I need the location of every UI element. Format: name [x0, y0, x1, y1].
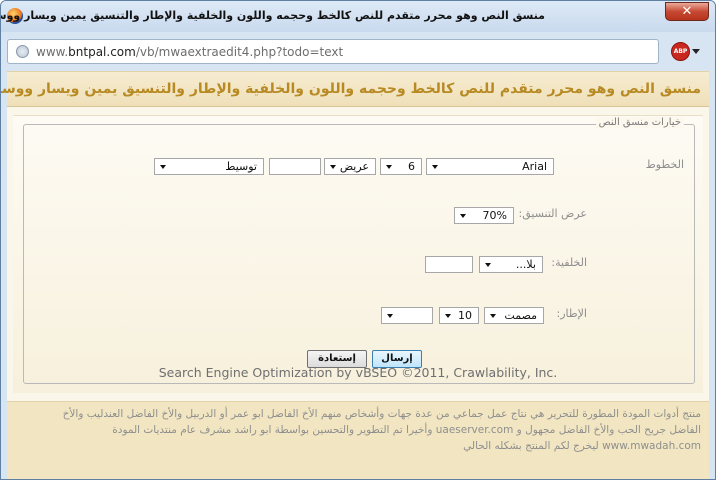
- background-select[interactable]: بلا...: [479, 256, 543, 273]
- fieldset-legend: خيارات منسق النص: [595, 117, 684, 128]
- footer-line-1: منتج أدوات المودة المطورة للتحرير هي نتا…: [62, 408, 701, 420]
- close-button[interactable]: ✕: [665, 2, 709, 21]
- font-weight-select[interactable]: عريض: [324, 158, 376, 175]
- chevron-down-icon: [485, 263, 491, 267]
- footer-line-2: الفاضل جريح الحب والأخ الفاضل مجهول و ua…: [112, 424, 701, 436]
- browser-window: Mozilla Firefox - !! منسق النص وهو محرر …: [0, 0, 716, 480]
- options-fieldset: خيارات منسق النص الخطوط Arial 6 عريض توس…: [23, 117, 695, 384]
- footer: منتج أدوات المودة المطورة للتحرير هي نتا…: [7, 401, 709, 479]
- globe-icon: [16, 45, 29, 58]
- alignment-select[interactable]: توسيط: [154, 158, 264, 175]
- adblock-plus-icon[interactable]: ABP: [671, 42, 690, 61]
- border-style-select[interactable]: مصمت: [484, 307, 544, 324]
- font-size-select[interactable]: 6: [380, 158, 422, 175]
- seo-credit: Search Engine Optimization by vBSEO ©201…: [158, 365, 558, 380]
- banner-title: منسق النص وهو محرر متقدم للنص كالخط وحجم…: [0, 81, 701, 97]
- chevron-down-icon: [387, 314, 393, 318]
- chevron-down-icon[interactable]: [692, 49, 700, 54]
- chevron-down-icon: [490, 314, 496, 318]
- window-title: Mozilla Firefox - !! منسق النص وهو محرر …: [1, 9, 545, 22]
- font-style-input[interactable]: [269, 158, 321, 175]
- border-label: الإطار:: [556, 307, 587, 320]
- font-family-select[interactable]: Arial: [426, 158, 554, 175]
- chevron-down-icon: [160, 165, 166, 169]
- chevron-down-icon: [460, 214, 466, 218]
- page-content: منسق النص وهو محرر متقدم للنص كالخط وحجم…: [1, 71, 709, 479]
- width-label: عرض التنسيق:: [518, 207, 588, 220]
- border-size-select[interactable]: 10: [439, 307, 479, 324]
- background-color-input[interactable]: [425, 256, 473, 273]
- chevron-down-icon: [445, 314, 451, 318]
- editor-panel: خيارات منسق النص الخطوط Arial 6 عريض توس…: [13, 115, 703, 393]
- font-label: الخطوط: [645, 158, 684, 171]
- chevron-down-icon: [386, 165, 392, 169]
- footer-line-3: www.mwadah.com ليخرج لكم المنتج بشكله ال…: [463, 440, 701, 452]
- border-color-select[interactable]: [381, 307, 433, 324]
- background-label: الخلفية:: [551, 256, 587, 269]
- address-bar[interactable]: www.bntpal.com/vb/mwaextraedit4.php?todo…: [7, 39, 659, 64]
- chevron-down-icon: [432, 165, 438, 169]
- chevron-down-icon: [330, 165, 336, 169]
- width-select[interactable]: 70%: [454, 207, 514, 224]
- title-bar[interactable]: Mozilla Firefox - !! منسق النص وهو محرر …: [1, 1, 715, 32]
- url-text[interactable]: www.bntpal.com/vb/mwaextraedit4.php?todo…: [36, 45, 343, 59]
- page-banner: منسق النص وهو محرر متقدم للنص كالخط وحجم…: [1, 71, 709, 107]
